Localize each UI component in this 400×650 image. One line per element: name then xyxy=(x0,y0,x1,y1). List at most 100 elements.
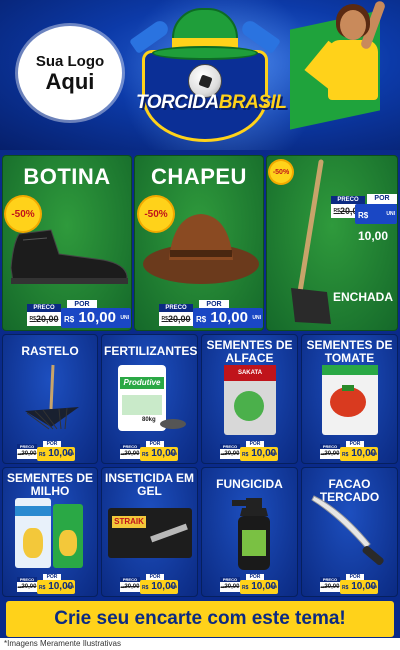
logo-placeholder[interactable]: Sua Logo Aqui xyxy=(18,26,122,120)
unit-label: UNI xyxy=(252,315,261,321)
bag-brand: Produtive xyxy=(120,377,164,389)
packet-brand: SAKATA xyxy=(224,365,276,381)
old-price: R$20,00 xyxy=(320,449,340,459)
unit-label: UNI xyxy=(370,584,377,589)
old-price: R$20,00 xyxy=(159,312,193,326)
new-price: R$ 10,00 UNI xyxy=(340,447,378,461)
currency: R$ xyxy=(342,585,349,591)
product-name: FUNGICIDA xyxy=(216,477,283,491)
discount-badge-botina: -50% xyxy=(6,197,40,231)
unit-label: UNI xyxy=(386,211,395,217)
old-price-value: 20,00 xyxy=(35,314,59,324)
product-card-fertilizantes[interactable]: FERTILIZANTES Produtive 80kg PRECO R$20,… xyxy=(101,334,198,464)
old-price: R$20,00 xyxy=(17,582,37,592)
price-value: 10,00 xyxy=(210,309,248,326)
boot-icon xyxy=(10,229,128,284)
fan-shirt xyxy=(328,40,378,100)
product-name: INSETICIDA EM GEL xyxy=(105,471,194,498)
product-card-fungicida[interactable]: FUNGICIDA PRECO R$20,00 POR R$ 10,00 UNI xyxy=(201,467,298,597)
rake-icon xyxy=(25,364,79,430)
price-tag: PRECO R$20,00 POR R$ 10,00 UNI xyxy=(17,441,77,461)
price-tag: PRECO R$20,00 POR R$ 10,00 UNI xyxy=(17,574,77,594)
pack-brand: STRAIK xyxy=(112,516,146,528)
preco-label: PRECO xyxy=(159,304,193,312)
currency: R$ xyxy=(242,585,249,591)
currency: R$ xyxy=(142,452,149,458)
product-card-chapeu[interactable]: CHAPEU PRECO R$20,00 POR R$ 10,00 UNI xyxy=(134,155,264,331)
old-price: R$20,00 xyxy=(320,582,340,592)
currency: R$ xyxy=(342,452,349,458)
brand-part2: BRASIL xyxy=(218,92,287,113)
product-name: ENCHADA xyxy=(333,290,393,304)
preco-label: PRECO xyxy=(27,304,61,312)
price-tag: PRECO R$20,00 POR R$ 10,00 UNI xyxy=(27,300,131,328)
price-tag: PRECO R$20,00 POR R$ 10,00 UNI xyxy=(120,574,180,594)
price-tag: PRECO R$20,00 POR R$ 10,00 UNI xyxy=(120,441,180,461)
product-name: SEMENTES DE ALFACE xyxy=(206,338,293,365)
unit-label: UNI xyxy=(170,451,177,456)
bag-weight: 80kg xyxy=(142,417,156,423)
price-tag: PRECO R$20,00 POR R$ 10,00 UNI xyxy=(320,574,380,594)
hoe-icon xyxy=(291,159,331,324)
torcida-brasil-badge: TORCIDABRASIL xyxy=(129,8,287,143)
cta-banner[interactable]: Crie seu encarte com este tema! xyxy=(6,601,394,637)
new-price: R$ 10,00 UNI xyxy=(193,308,263,328)
product-name: FERTILIZANTES xyxy=(104,344,198,358)
price-tag: PRECO R$20,00 POR R$ 10,00 UNI xyxy=(220,574,280,594)
new-price: R$ 10,00 UNI xyxy=(240,580,278,594)
product-name: BOTINA xyxy=(23,164,111,189)
spray-bottle-icon xyxy=(232,498,270,570)
product-card-facao[interactable]: FACAO TERCADO PRECO R$20,00 POR R$ 10,00… xyxy=(301,467,398,597)
new-price: R$ 10,00 UNI xyxy=(355,204,397,243)
old-price: R$20,00 xyxy=(220,449,240,459)
brand-wordmark: TORCIDABRASIL xyxy=(136,92,287,114)
old-price-value: 20,00 xyxy=(124,451,140,457)
product-name: CHAPEU xyxy=(151,164,247,189)
discount-badge-chapeu: -50% xyxy=(139,197,173,231)
old-price-value: 20,00 xyxy=(324,451,340,457)
new-price: R$ 10,00 UNI xyxy=(340,580,378,594)
currency: R$ xyxy=(39,585,46,591)
unit-label: UNI xyxy=(270,584,277,589)
product-card-milho[interactable]: SEMENTES DE MILHO PRECO R$20,00 POR R$ 1… xyxy=(2,467,98,597)
seed-bag xyxy=(53,504,83,568)
seed-packet xyxy=(322,365,378,435)
product-card-inseticida[interactable]: INSETICIDA EM GEL STRAIK PRECO R$20,00 P… xyxy=(101,467,198,597)
seed-packet: SAKATA xyxy=(224,365,276,435)
product-card-alface[interactable]: SEMENTES DE ALFACE SAKATA PRECO R$20,00 … xyxy=(201,334,298,464)
old-price: R$20,00 xyxy=(27,312,61,326)
discount-badge-enchada: -50% xyxy=(270,161,292,183)
currency: R$ xyxy=(142,585,149,591)
hat-brim xyxy=(152,46,258,60)
product-name: SEMENTES DE MILHO xyxy=(6,471,93,498)
logo-line2: Aqui xyxy=(45,68,95,94)
unit-label: UNI xyxy=(67,584,74,589)
price-tag: PRECO R$20,00 POR R$ 10,00 UNI xyxy=(159,300,263,328)
product-name: RASTELO xyxy=(21,344,79,358)
product-card-rastelo[interactable]: RASTELO PRECO R$20,00 POR R$ 10,00 UNI xyxy=(2,334,98,464)
por-label: POR xyxy=(367,194,397,204)
unit-label: UNI xyxy=(270,451,277,456)
old-price-value: 20,00 xyxy=(224,451,240,457)
product-card-botina[interactable]: BOTINA PRECO R$20,00 POR R$ 10,00 UNI xyxy=(2,155,132,331)
unit-label: UNI xyxy=(370,451,377,456)
logo-line1: Sua Logo xyxy=(35,52,105,70)
new-price: R$ 10,00 UNI xyxy=(240,447,278,461)
unit-label: UNI xyxy=(120,315,129,321)
insecticide-pack: STRAIK xyxy=(108,508,192,558)
currency: R$ xyxy=(242,452,249,458)
product-card-tomate[interactable]: SEMENTES DE TOMATE HIBRIDA PRECO R$20,00… xyxy=(301,334,398,464)
header-banner: Sua Logo Aqui TORCIDABRASIL xyxy=(0,0,400,150)
old-price-value: 20,00 xyxy=(21,584,37,590)
currency: R$ xyxy=(64,315,75,324)
old-price: R$20,00 xyxy=(17,449,37,459)
new-price: R$ 10,00 UNI xyxy=(140,580,178,594)
price-tag: PRECO R$20,00 POR R$ 10,00 UNI xyxy=(293,194,397,243)
fan-photo xyxy=(290,0,400,150)
price-value: 10,00 xyxy=(358,229,389,243)
old-price-value: 20,00 xyxy=(167,314,191,324)
old-price: R$20,00 xyxy=(120,582,140,592)
currency: R$ xyxy=(196,315,207,324)
new-price: R$ 10,00 UNI xyxy=(61,308,131,328)
old-price-value: 20,00 xyxy=(124,584,140,590)
